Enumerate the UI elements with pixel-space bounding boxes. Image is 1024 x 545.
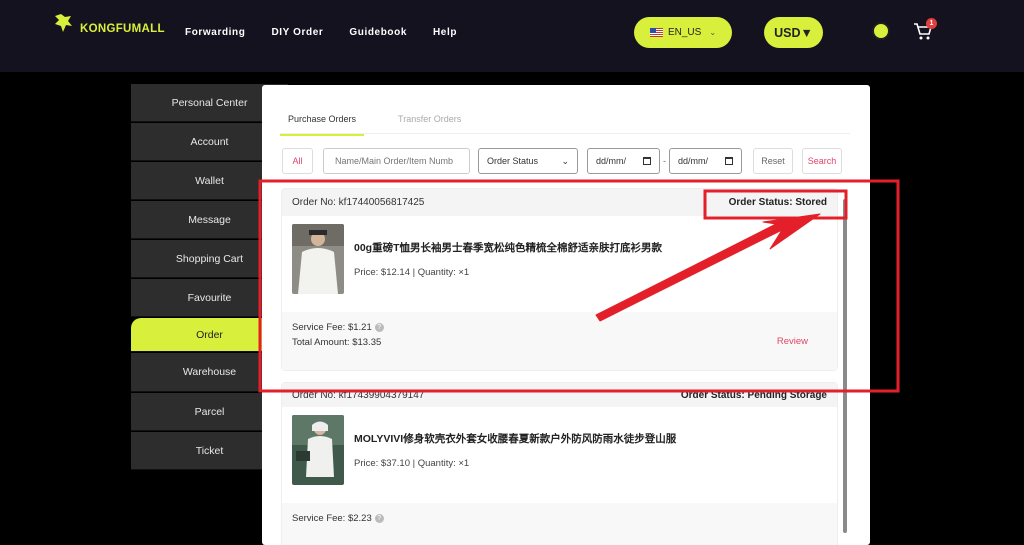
order-status-select-value: Order Status xyxy=(487,156,539,166)
total-amount: Total Amount: $13.35 xyxy=(292,337,382,348)
order-status: Order Status: Pending Storage xyxy=(680,389,827,401)
order-search-input[interactable] xyxy=(323,148,470,174)
product-price-quantity: Price: $37.10 | Quantity: ×1 xyxy=(354,458,470,469)
order-tabs: Purchase Orders Transfer Orders xyxy=(280,109,469,136)
chevron-down-icon: ⌄ xyxy=(709,28,717,37)
logo[interactable]: KONGFUMALL xyxy=(52,12,165,36)
orders-scrollbar[interactable] xyxy=(843,199,847,533)
service-fee: Service Fee: $1.21 xyxy=(292,322,372,333)
order-card-footer: Service Fee: $1.21? Total Amount: $13.35… xyxy=(282,312,837,370)
date-to-input[interactable]: dd/mm/ xyxy=(669,148,742,174)
product-title[interactable]: 00g重磅T恤男长袖男士春季宽松纯色精梳全棉舒适亲肤打底衫男款 xyxy=(354,240,662,255)
date-to-placeholder: dd/mm/ xyxy=(678,156,709,166)
order-status: Order Status: Stored xyxy=(728,197,827,208)
info-icon[interactable]: ? xyxy=(374,513,384,523)
calendar-icon[interactable] xyxy=(725,157,733,165)
order-card-header: Order No: kf17439904379147 Order Status:… xyxy=(282,383,837,407)
cart-count-badge: 1 xyxy=(926,18,937,29)
nav-diy-order[interactable]: DIY Order xyxy=(271,27,323,38)
date-from-placeholder: dd/mm/ xyxy=(596,156,627,166)
product-title[interactable]: MOLYVIVI修身软壳衣外套女收腰春夏新款户外防风防雨水徒步登山服 xyxy=(354,431,676,446)
reset-button[interactable]: Reset xyxy=(753,148,793,174)
review-button[interactable]: Review xyxy=(777,336,808,347)
user-avatar-icon[interactable] xyxy=(872,22,890,40)
order-filters: All Order Status ⌄ dd/mm/ - dd/mm/ Reset… xyxy=(282,148,842,174)
language-label: EN_US xyxy=(667,27,702,38)
tab-purchase-orders[interactable]: Purchase Orders xyxy=(280,109,365,136)
info-icon[interactable]: ? xyxy=(374,322,384,332)
date-range-separator: - xyxy=(663,156,666,166)
product-thumbnail[interactable] xyxy=(292,224,344,294)
currency-label: USD▼ xyxy=(774,25,813,40)
order-card-header: Order No: kf17440056817425 Order Status:… xyxy=(282,189,837,216)
currency-selector[interactable]: USD▼ xyxy=(764,17,823,48)
search-button[interactable]: Search xyxy=(802,148,842,174)
service-fee: Service Fee: $2.23 xyxy=(292,513,372,524)
order-card: Order No: kf17440056817425 Order Status:… xyxy=(281,188,838,371)
kangaroo-logo-icon xyxy=(55,14,72,32)
order-number: Order No: kf17439904379147 xyxy=(292,389,425,401)
nav-guidebook[interactable]: Guidebook xyxy=(349,27,407,38)
orders-panel: Purchase Orders Transfer Orders All Orde… xyxy=(262,85,870,545)
order-item: 00g重磅T恤男长袖男士春季宽松纯色精梳全棉舒适亲肤打底衫男款 Price: $… xyxy=(282,216,837,312)
nav-forwarding[interactable]: Forwarding xyxy=(185,27,245,38)
language-selector[interactable]: EN_US ⌄ xyxy=(634,17,732,48)
nav-help[interactable]: Help xyxy=(433,27,457,38)
chevron-down-icon: ⌄ xyxy=(561,155,569,166)
main-nav: Forwarding DIY Order Guidebook Help xyxy=(185,27,457,38)
product-price-quantity: Price: $12.14 | Quantity: ×1 xyxy=(354,267,470,278)
order-card: Order No: kf17439904379147 Order Status:… xyxy=(281,382,838,545)
order-status-select[interactable]: Order Status ⌄ xyxy=(478,148,578,174)
us-flag-icon xyxy=(649,28,663,37)
order-card-footer: Service Fee: $2.23? xyxy=(282,503,837,545)
date-from-input[interactable]: dd/mm/ xyxy=(587,148,660,174)
calendar-icon[interactable] xyxy=(643,157,651,165)
order-item: MOLYVIVI修身软壳衣外套女收腰春夏新款户外防风防雨水徒步登山服 Price… xyxy=(282,407,837,503)
order-number: Order No: kf17440056817425 xyxy=(292,197,425,208)
filter-all-button[interactable]: All xyxy=(282,148,313,174)
tab-transfer-orders[interactable]: Transfer Orders xyxy=(390,109,469,136)
top-navigation-bar: KONGFUMALL Forwarding DIY Order Guideboo… xyxy=(0,0,1024,72)
logo-text: KONGFUMALL xyxy=(80,23,165,35)
product-thumbnail[interactable] xyxy=(292,415,344,485)
tab-divider xyxy=(280,133,850,134)
